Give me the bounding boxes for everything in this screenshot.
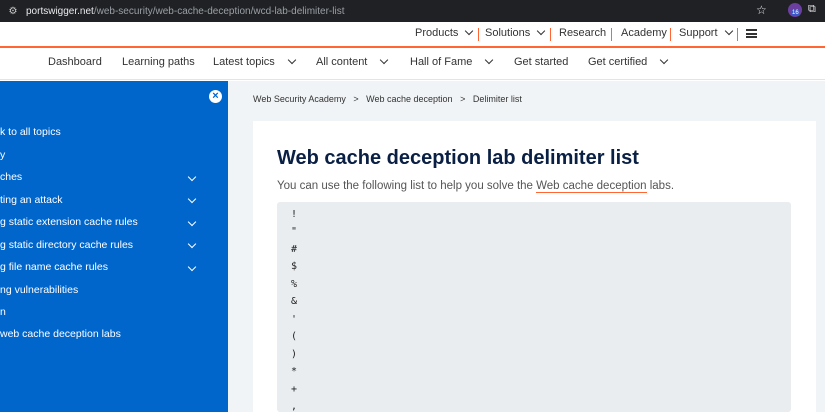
chevron-down-icon xyxy=(287,55,297,65)
nav-products-label: Products xyxy=(415,27,459,39)
nav-support-label: Support xyxy=(679,27,718,39)
nav-dashboard-label: Dashboard xyxy=(48,56,102,68)
extension-badge: 16 xyxy=(791,10,800,16)
nav-hall-of-fame[interactable]: Hall of Fame xyxy=(410,55,494,68)
breadcrumb-wcd[interactable]: Web cache deception xyxy=(366,94,452,104)
sidebar-item-label: n xyxy=(0,306,6,318)
nav-get-certified-label: Get certified xyxy=(588,56,648,68)
delimiter-item: ( xyxy=(291,331,298,342)
intro-prefix: You can use the following list to help y… xyxy=(277,180,537,192)
nav-latest-topics[interactable]: Latest topics xyxy=(213,55,297,68)
sidebar-item-labs[interactable]: web cache deception labs xyxy=(0,328,121,340)
breadcrumb-academy[interactable]: Web Security Academy xyxy=(253,94,346,104)
chevron-down-icon[interactable] xyxy=(187,194,197,204)
sidebar-item-label: ches xyxy=(0,171,23,183)
browser-address-bar: ⚙ portswigger.net/web-security/web-cache… xyxy=(0,0,825,22)
sidebar-item-learn[interactable]: n xyxy=(0,306,6,318)
delimiter-item: # xyxy=(291,244,298,255)
delimiter-item: , xyxy=(291,401,298,412)
delimiter-item: % xyxy=(291,279,298,290)
url-field[interactable]: portswigger.net/web-security/web-cache-d… xyxy=(26,6,344,17)
nav-divider xyxy=(611,28,612,41)
delimiter-item: " xyxy=(291,226,298,237)
breadcrumb-separator: > xyxy=(353,94,359,104)
top-utility-nav: Products Solutions Research Academy Supp… xyxy=(0,22,825,46)
nav-all-content[interactable]: All content xyxy=(316,55,389,68)
delimiter-item: $ xyxy=(291,261,298,272)
sidebar-item-label: g static directory cache rules xyxy=(0,239,134,251)
breadcrumb: Web Security Academy > Web cache decepti… xyxy=(253,94,527,104)
chevron-down-icon xyxy=(465,26,474,36)
breadcrumb-separator: > xyxy=(460,94,466,104)
nav-research-label: Research xyxy=(559,27,607,39)
sidebar-item-label: ng vulnerabilities xyxy=(0,284,79,296)
sidebar-item-back[interactable]: k to all topics xyxy=(0,126,61,138)
sidebar-item-preventing[interactable]: ng vulnerabilities xyxy=(0,284,78,296)
chevron-down-icon xyxy=(724,26,733,36)
sidebar-item-label: web cache deception labs xyxy=(0,328,121,340)
nav-academy-label: Academy xyxy=(621,27,667,39)
nav-get-started-label: Get started xyxy=(514,56,569,68)
nav-latest-topics-label: Latest topics xyxy=(213,56,275,68)
sidebar-item-label: ting an attack xyxy=(0,194,63,206)
chevron-down-icon[interactable] xyxy=(187,239,197,249)
nav-divider xyxy=(478,28,479,41)
delimiter-item: & xyxy=(291,296,298,307)
nav-all-content-label: All content xyxy=(316,56,368,68)
nav-divider xyxy=(737,28,738,41)
extensions-puzzle-icon[interactable]: ⧉ xyxy=(808,3,816,16)
intro-text: You can use the following list to help y… xyxy=(277,180,675,193)
nav-divider xyxy=(670,28,671,41)
nav-products[interactable]: Products xyxy=(415,26,474,39)
nav-solutions[interactable]: Solutions xyxy=(485,26,546,39)
nav-support[interactable]: Support xyxy=(679,26,733,39)
nav-dashboard[interactable]: Dashboard xyxy=(48,56,102,68)
nav-research[interactable]: Research xyxy=(559,27,606,39)
delimiter-item: ' xyxy=(291,314,298,325)
main-nav: Dashboard Learning paths Latest topics A… xyxy=(0,48,825,80)
sidebar-item-label: k to all topics xyxy=(0,126,61,138)
nav-learning-paths[interactable]: Learning paths xyxy=(122,56,195,68)
nav-get-started[interactable]: Get started xyxy=(514,56,568,68)
sidebar-item-static-directory[interactable]: g static directory cache rules xyxy=(0,239,133,251)
breadcrumb-current[interactable]: Delimiter list xyxy=(473,94,522,104)
nav-divider xyxy=(550,28,551,41)
delimiter-item: ! xyxy=(291,209,298,220)
intro-suffix: labs. xyxy=(646,180,675,192)
chevron-down-icon xyxy=(660,55,669,65)
wcd-labs-link[interactable]: Web cache deception xyxy=(536,180,647,193)
sidebar-item-summary[interactable]: y xyxy=(0,149,5,161)
chevron-down-icon[interactable] xyxy=(187,172,197,182)
chevron-down-icon xyxy=(485,55,494,65)
menu-hamburger-icon[interactable] xyxy=(746,29,757,38)
nav-solutions-label: Solutions xyxy=(485,27,531,39)
delimiter-item: * xyxy=(291,366,298,377)
delimiter-item: + xyxy=(291,384,298,395)
site-settings-icon[interactable]: ⚙ xyxy=(6,4,20,18)
topic-sidebar: × k to all topics y ches ting an attack … xyxy=(0,81,228,412)
chevron-down-icon xyxy=(537,26,546,36)
sidebar-item-file-name[interactable]: g file name cache rules xyxy=(0,261,108,273)
sidebar-item-label: g file name cache rules xyxy=(0,261,108,273)
bookmark-star-icon[interactable]: ☆ xyxy=(756,3,767,17)
nav-academy[interactable]: Academy xyxy=(621,27,667,39)
delimiter-item: ) xyxy=(291,349,298,360)
nav-get-certified[interactable]: Get certified xyxy=(588,55,669,68)
sidebar-item-constructing-attack[interactable]: ting an attack xyxy=(0,194,62,206)
sidebar-item-static-extension[interactable]: g static extension cache rules xyxy=(0,216,138,228)
page-title: Web cache deception lab delimiter list xyxy=(277,147,639,169)
delimiter-code-block: ! " # $ % & ' ( ) * + , xyxy=(277,202,791,412)
sidebar-item-label: y xyxy=(0,149,6,161)
sidebar-item-caches[interactable]: ches xyxy=(0,171,22,183)
url-host: portswigger.net xyxy=(26,5,94,17)
nav-hall-of-fame-label: Hall of Fame xyxy=(410,56,473,68)
chevron-down-icon[interactable] xyxy=(187,217,197,227)
chevron-down-icon[interactable] xyxy=(187,262,197,272)
chevron-down-icon xyxy=(380,55,389,65)
url-path: /web-security/web-cache-deception/wcd-la… xyxy=(93,5,345,17)
close-icon[interactable]: × xyxy=(209,90,222,103)
sidebar-item-label: g static extension cache rules xyxy=(0,216,138,228)
nav-learning-paths-label: Learning paths xyxy=(122,56,195,68)
